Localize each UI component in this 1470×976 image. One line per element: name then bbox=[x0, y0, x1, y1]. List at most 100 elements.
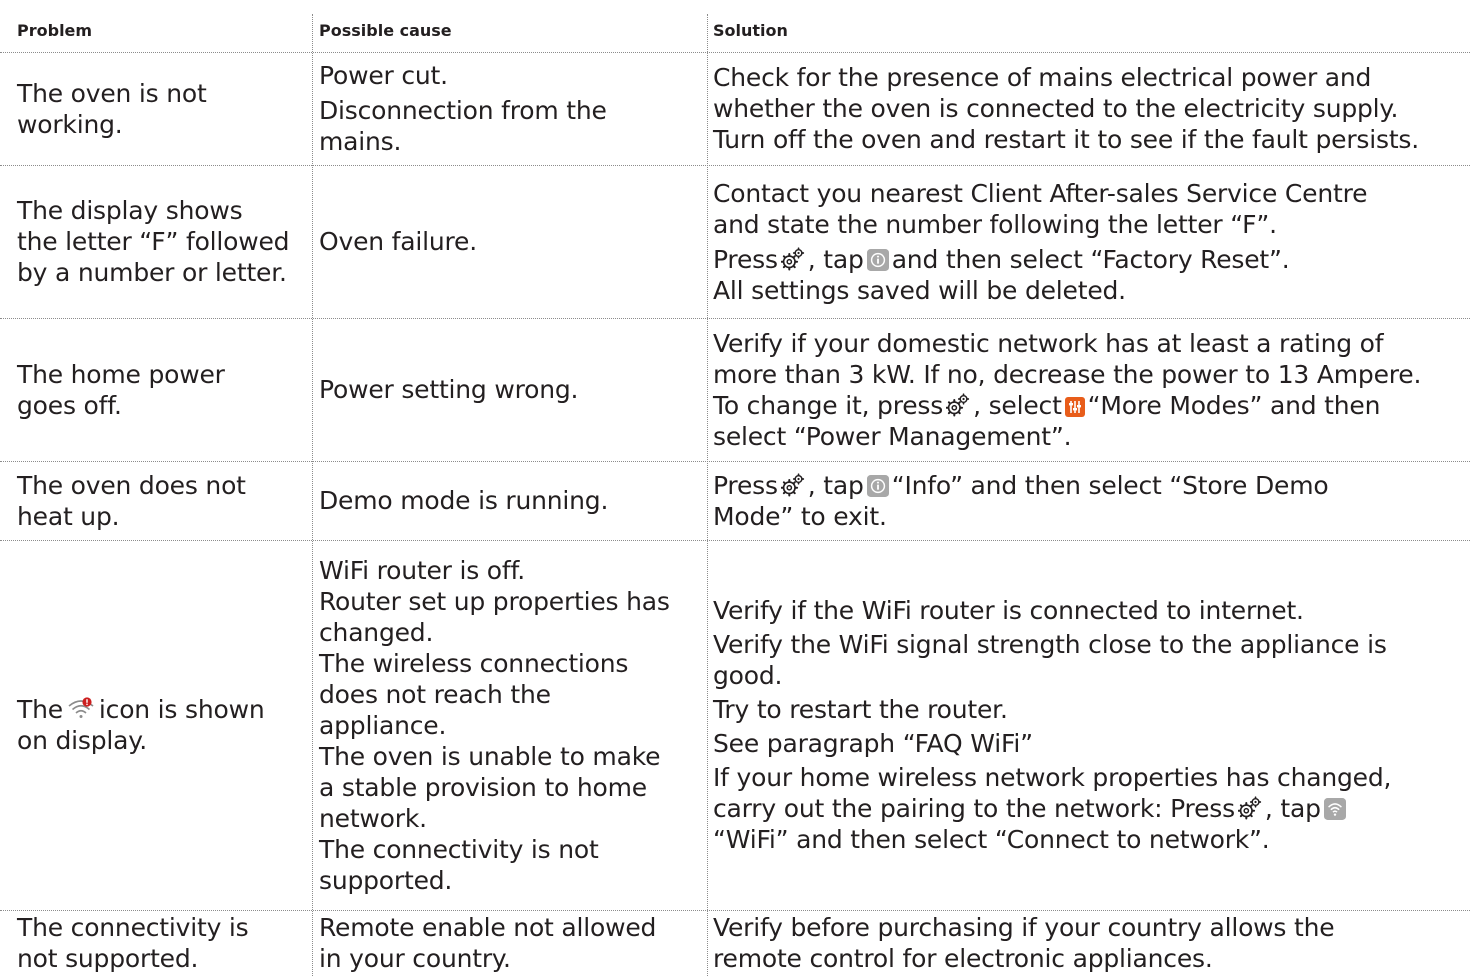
solution-text: To change it, press bbox=[713, 390, 944, 420]
solution-text: See paragraph “FAQ WiFi” bbox=[713, 729, 1033, 758]
cause-text: The connectivity is not bbox=[319, 834, 599, 864]
solution-text: and state the number following the lette… bbox=[713, 209, 1277, 239]
solution-text: Press , tap “Info” and then select “Store … bbox=[713, 470, 1467, 501]
problem-text: goes off. bbox=[17, 390, 122, 420]
wifi-error-icon bbox=[68, 697, 94, 718]
solution-text: Press bbox=[713, 244, 778, 274]
table-row-cause: WiFi router is off. Router set up proper… bbox=[319, 540, 704, 910]
column-divider bbox=[312, 14, 313, 976]
solution-text: “More Modes” and then bbox=[1087, 390, 1381, 420]
column-divider bbox=[707, 14, 708, 976]
table-row-solution: Check for the presence of mains electric… bbox=[713, 52, 1467, 165]
wifi-icon bbox=[1324, 798, 1346, 820]
cause-text: Disconnection from the bbox=[319, 96, 607, 125]
solution-text: Check for the presence of mains electric… bbox=[713, 63, 1372, 92]
solution-text: Turn off the oven and restart it to see … bbox=[713, 125, 1419, 154]
solution-text: and then select “Factory Reset”. bbox=[891, 244, 1290, 274]
solution-text: All settings saved will be deleted. bbox=[713, 275, 1126, 305]
header-solution: Solution bbox=[713, 21, 788, 40]
info-icon bbox=[867, 475, 889, 497]
solution-text: more than 3 kW. If no, decrease the powe… bbox=[713, 359, 1422, 389]
solution-text: Verify if your domestic network has at l… bbox=[713, 328, 1384, 358]
settings-gear-icon bbox=[946, 393, 970, 417]
solution-text: , tap bbox=[807, 470, 864, 500]
problem-text: The oven is not bbox=[17, 78, 207, 108]
solution-text: carry out the pairing to the network: Pr… bbox=[713, 793, 1467, 824]
solution-text: If your home wireless network properties… bbox=[713, 763, 1392, 792]
solution-text: , tap bbox=[1264, 794, 1321, 823]
problem-text: The connectivity is bbox=[17, 913, 249, 942]
table-row-cause: Remote enable not allowed in your countr… bbox=[319, 910, 704, 976]
cause-text: mains. bbox=[319, 127, 402, 156]
cause-text: Power cut. bbox=[319, 61, 448, 90]
problem-text: the letter “F” followed bbox=[17, 227, 290, 256]
table-row-solution: Verify before purchasing if your country… bbox=[713, 910, 1467, 976]
solution-text: Verify the WiFi signal strength close to… bbox=[713, 630, 1387, 659]
cause-text: supported. bbox=[319, 865, 453, 895]
cause-text: does not reach the bbox=[319, 679, 551, 709]
settings-gear-icon bbox=[781, 473, 805, 497]
solution-text: , tap bbox=[807, 244, 864, 274]
solution-text: Try to restart the router. bbox=[713, 695, 1008, 724]
cause-text: WiFi router is off. bbox=[319, 555, 525, 585]
problem-text: by a number or letter. bbox=[17, 258, 287, 287]
solution-text: “Info” and then select “Store Demo bbox=[891, 470, 1329, 500]
problem-text: working. bbox=[17, 109, 123, 139]
problem-text: The home power bbox=[17, 359, 225, 389]
table-row-problem: The oven is not working. bbox=[17, 52, 307, 165]
cause-text: changed. bbox=[319, 617, 434, 647]
table-row-solution: Verify if the WiFi router is connected t… bbox=[713, 540, 1467, 910]
table-row-problem: The connectivity is not supported. bbox=[17, 910, 307, 976]
table-row-cause: Demo mode is running. bbox=[319, 461, 704, 540]
cause-text: appliance. bbox=[319, 710, 447, 740]
settings-gear-icon bbox=[1238, 796, 1262, 820]
problem-text: on display. bbox=[17, 726, 148, 755]
solution-text: , select bbox=[973, 390, 1062, 420]
more-modes-icon bbox=[1064, 396, 1085, 417]
solution-text: “WiFi” and then select “Connect to netwo… bbox=[713, 825, 1270, 854]
cause-text: Oven failure. bbox=[319, 227, 477, 256]
cause-text: The oven is unable to make bbox=[319, 741, 661, 771]
header-possible-cause: Possible cause bbox=[319, 21, 452, 40]
cause-text: Power setting wrong. bbox=[319, 375, 579, 404]
problem-text: The icon is shown bbox=[17, 694, 307, 725]
cause-text: a stable provision to home bbox=[319, 772, 647, 802]
table-row-problem: The home power goes off. bbox=[17, 318, 307, 461]
header-problem: Problem bbox=[17, 21, 93, 40]
problem-text: The bbox=[17, 695, 63, 724]
cause-text: The wireless connections bbox=[319, 648, 629, 678]
cause-text: Router set up properties has bbox=[319, 586, 670, 616]
settings-gear-icon bbox=[781, 247, 805, 271]
solution-text: Press , tap and then select “Factory Reset… bbox=[713, 244, 1467, 275]
table-row-cause: Power setting wrong. bbox=[319, 318, 704, 461]
solution-text: Contact you nearest Client After-sales S… bbox=[713, 178, 1368, 208]
problem-text: The display shows bbox=[17, 196, 243, 225]
problem-text: icon is shown bbox=[98, 695, 265, 724]
table-row-problem: The display shows the letter “F” followe… bbox=[17, 165, 307, 318]
solution-text: Press bbox=[713, 470, 778, 500]
solution-text: select “Power Management”. bbox=[713, 421, 1072, 451]
table-row-problem: The oven does not heat up. bbox=[17, 461, 307, 540]
solution-text: whether the oven is connected to the ele… bbox=[713, 94, 1399, 123]
cause-text: in your country. bbox=[319, 944, 511, 973]
table-row-solution: Contact you nearest Client After-sales S… bbox=[713, 165, 1467, 318]
solution-text: carry out the pairing to the network: Pr… bbox=[713, 794, 1235, 823]
table-row-solution: Press , tap “Info” and then select “Store … bbox=[713, 461, 1467, 540]
solution-text: Mode” to exit. bbox=[713, 501, 887, 531]
cause-text: Remote enable not allowed bbox=[319, 913, 657, 942]
problem-text: not supported. bbox=[17, 944, 199, 973]
solution-text: good. bbox=[713, 661, 783, 690]
table-row-problem: The icon is shown on display. bbox=[17, 540, 307, 910]
problem-text: heat up. bbox=[17, 501, 120, 531]
table-row-cause: Power cut. Disconnection from the mains. bbox=[319, 52, 704, 165]
problem-text: The oven does not bbox=[17, 470, 246, 500]
solution-text: Verify before purchasing if your country… bbox=[713, 913, 1335, 942]
table-row-cause: Oven failure. bbox=[319, 165, 704, 318]
solution-text: Verify if the WiFi router is connected t… bbox=[713, 596, 1304, 625]
cause-text: Demo mode is running. bbox=[319, 486, 609, 515]
solution-text: remote control for electronic appliances… bbox=[713, 944, 1213, 973]
cause-text: network. bbox=[319, 803, 427, 833]
info-icon bbox=[867, 249, 889, 271]
solution-text: To change it, press , select “More Modes” … bbox=[713, 390, 1467, 421]
table-row-solution: Verify if your domestic network has at l… bbox=[713, 318, 1467, 461]
